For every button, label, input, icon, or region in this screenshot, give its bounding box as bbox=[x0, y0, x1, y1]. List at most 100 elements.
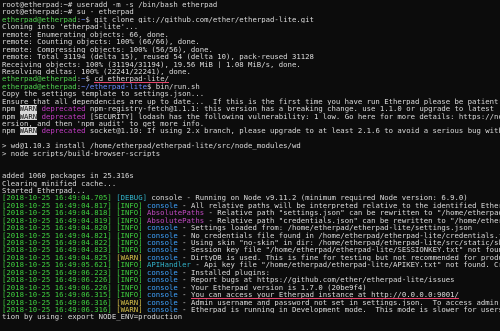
terminal-line: [2018-10-25 16:49:06.315] [INFO] console… bbox=[2, 291, 500, 298]
terminal-text: etherpad@etherpad bbox=[2, 75, 77, 83]
terminal-text: console bbox=[147, 201, 178, 210]
terminal-text: console bbox=[147, 253, 178, 262]
terminal-text: - Etherpad is running in Development mod… bbox=[182, 305, 500, 314]
terminal-text: [WARN] bbox=[116, 253, 143, 262]
terminal-line: Copy the settings template to settings.j… bbox=[2, 90, 500, 97]
terminal-line: [2018-10-25 16:49:04.825] [WARN] console… bbox=[2, 254, 500, 261]
terminal-text: Copy the settings template to settings.j… bbox=[2, 90, 205, 98]
terminal-line: added 1060 packages in 25.316s bbox=[2, 172, 500, 179]
terminal-text: WARN bbox=[19, 127, 38, 135]
terminal-text: - Installed plugins: bbox=[177, 268, 271, 277]
terminal-text: [2018-10-25 16:49:05.621] bbox=[2, 261, 117, 269]
terminal-text: > node scripts/build-browser-scripts bbox=[2, 149, 161, 158]
terminal-text: WARN bbox=[19, 105, 38, 113]
terminal-text: Receiving objects: 100% (31194/31194), 1… bbox=[2, 60, 301, 68]
terminal-text: root@etherpad:~# su - etherpad bbox=[2, 8, 134, 16]
terminal-text: etherpad@etherpad bbox=[2, 82, 77, 91]
terminal-text: console bbox=[147, 224, 178, 232]
terminal-text: [2018-10-25 16:49:04.705] bbox=[2, 194, 117, 202]
terminal-text: console bbox=[147, 305, 178, 314]
terminal-text: Ensure that all dependencies are up to d… bbox=[2, 97, 500, 106]
terminal-text: $ bbox=[85, 15, 95, 24]
terminal-text: [2018-10-25 16:49:06.226] bbox=[2, 283, 117, 292]
terminal-text: [2018-10-25 16:49:06.316] bbox=[2, 305, 117, 314]
terminal-line: > node scripts/build-browser-scripts bbox=[2, 150, 500, 157]
terminal-text: AbsolutePaths bbox=[147, 209, 205, 217]
terminal-text: > wd@1.10.3 install /home/etherpad/ether… bbox=[2, 142, 301, 150]
terminal-text: - bbox=[177, 291, 191, 299]
terminal-text: socket@1.10: If using 2.x branch, please… bbox=[89, 127, 500, 135]
terminal-text: [INFO] bbox=[116, 231, 143, 239]
terminal-line: [2018-10-25 16:49:06.226] [INFO] console… bbox=[2, 284, 500, 291]
terminal-text: etherpad@etherpad bbox=[2, 15, 77, 24]
terminal-text: - Api key file "/home/etherpad/etherpad-… bbox=[195, 261, 500, 269]
terminal-line: npm WARN deprecated [SECURITY] lodash ha… bbox=[2, 112, 500, 120]
terminal-text: - No credentials file found in /home/eth… bbox=[182, 231, 500, 239]
terminal-text: [2018-10-25 16:49:04.825] bbox=[2, 253, 117, 262]
terminal-text: [INFO] bbox=[116, 268, 143, 277]
terminal-line: [2018-10-25 16:49:06.226] [INFO] console… bbox=[2, 276, 500, 283]
terminal-line: Ensure that all dependencies are up to d… bbox=[2, 98, 500, 105]
terminal-text: $ bbox=[85, 75, 95, 83]
terminal-text: [INFO] bbox=[116, 246, 143, 254]
terminal-line: [2018-10-25 16:49:04.818] [INFO] Absolut… bbox=[2, 209, 500, 216]
terminal-line: etherpad@etherpad:~/etherpad-lite$ bin/r… bbox=[2, 83, 500, 90]
terminal-text: - DirtyDB is used. This is fine for test… bbox=[182, 253, 500, 262]
terminal-line: root@etherpad:~# useradd -m -s /bin/bash… bbox=[2, 1, 500, 8]
terminal-text: [2018-10-25 16:49:04.820] bbox=[2, 224, 117, 232]
terminal-line: remote: Compressing objects: 100% (56/56… bbox=[2, 46, 500, 53]
terminal-line: [2018-10-25 16:49:06.316] [WARN] console… bbox=[2, 299, 500, 306]
terminal-text: Started Etherpad... bbox=[2, 186, 86, 195]
terminal-text: [INFO] bbox=[116, 201, 143, 210]
terminal-line: Started Etherpad... bbox=[2, 187, 500, 194]
terminal-text: [INFO] bbox=[116, 283, 143, 292]
terminal-text: [2018-10-25 16:49:04.821] bbox=[2, 231, 117, 239]
terminal-line: remote: Enumerating objects: 66, done. bbox=[2, 31, 500, 38]
terminal-text: Cloning into 'etherpad-lite'... bbox=[2, 23, 139, 31]
terminal-text: [SECURITY] lodash has the following vuln… bbox=[89, 112, 500, 120]
terminal-line: root@etherpad:~# su - etherpad bbox=[2, 8, 500, 15]
terminal-line: npm WARN deprecated socket@1.10: If usin… bbox=[2, 127, 500, 135]
terminal-text: [INFO] bbox=[116, 216, 143, 225]
terminal-text: remote: Total 31194 (delta 15), reused 5… bbox=[2, 53, 314, 61]
terminal-text: npm bbox=[2, 127, 20, 135]
terminal-text: [2018-10-25 16:49:04.823] bbox=[2, 246, 117, 254]
terminal-line: Clearing minified cache... bbox=[2, 180, 500, 187]
terminal-text: console - bbox=[147, 194, 196, 202]
terminal-window[interactable]: root@etherpad:~# useradd -m -s /bin/bash… bbox=[0, 0, 500, 331]
terminal-text: npm bbox=[2, 105, 20, 113]
terminal-text: added 1060 packages in 25.316s bbox=[2, 172, 134, 180]
terminal-text: console bbox=[147, 291, 178, 299]
terminal-text: npm-registry-fetch@1.1.1: this version h… bbox=[85, 105, 495, 113]
terminal-line: [2018-10-25 16:49:05.621] [INFO] APIHand… bbox=[2, 261, 500, 268]
terminal-line: Resolving deltas: 100% (22241/22241), do… bbox=[2, 68, 500, 75]
highlighted-command: git clone git://github.com/ether/etherpa… bbox=[94, 15, 314, 24]
terminal-line: [2018-10-25 16:49:04.821] [INFO] console… bbox=[2, 232, 500, 239]
terminal-text: [INFO] bbox=[116, 261, 143, 269]
terminal-text: console bbox=[147, 298, 178, 306]
terminal-text: npm bbox=[2, 112, 20, 120]
terminal-text: - Settings loaded from: /home/etherpad/e… bbox=[177, 224, 473, 232]
terminal-text: console bbox=[147, 268, 178, 277]
terminal-line: npm WARN deprecated npm-registry-fetch@1… bbox=[2, 105, 500, 113]
terminal-text: $ bbox=[147, 82, 156, 91]
terminal-text: [INFO] bbox=[116, 276, 143, 284]
terminal-text: console bbox=[147, 283, 178, 292]
terminal-text: - Relative path "credentials.json" can b… bbox=[208, 216, 500, 225]
highlighted-command: useradd -m -s /bin/bash etherpad bbox=[76, 1, 218, 9]
terminal-text: [2018-10-25 16:49:04.819] bbox=[2, 216, 117, 225]
terminal-line: [2018-10-25 16:49:04.705] [DEBUG] consol… bbox=[2, 194, 500, 201]
terminal-line: [2018-10-25 16:49:04.822] [INFO] console… bbox=[2, 239, 500, 246]
terminal-text: deprecated bbox=[41, 127, 86, 135]
highlighted-command: You can access your Etherpad instance at… bbox=[190, 291, 459, 299]
terminal-text: console bbox=[147, 276, 178, 284]
terminal-text: - Relative path "settings.json" can be r… bbox=[208, 209, 500, 217]
terminal-text: remote: Compressing objects: 100% (56/56… bbox=[2, 45, 213, 54]
terminal-text: [2018-10-25 16:49:04.817] bbox=[2, 201, 117, 210]
terminal-text: ersion, and then 'npm audit' to get more… bbox=[2, 120, 205, 128]
terminal-text: [WARN] bbox=[116, 298, 143, 306]
terminal-text: - Your Etherpad version is 1.7.0 (20be9f… bbox=[177, 283, 367, 292]
terminal-text: root@etherpad:~# bbox=[2, 1, 77, 9]
